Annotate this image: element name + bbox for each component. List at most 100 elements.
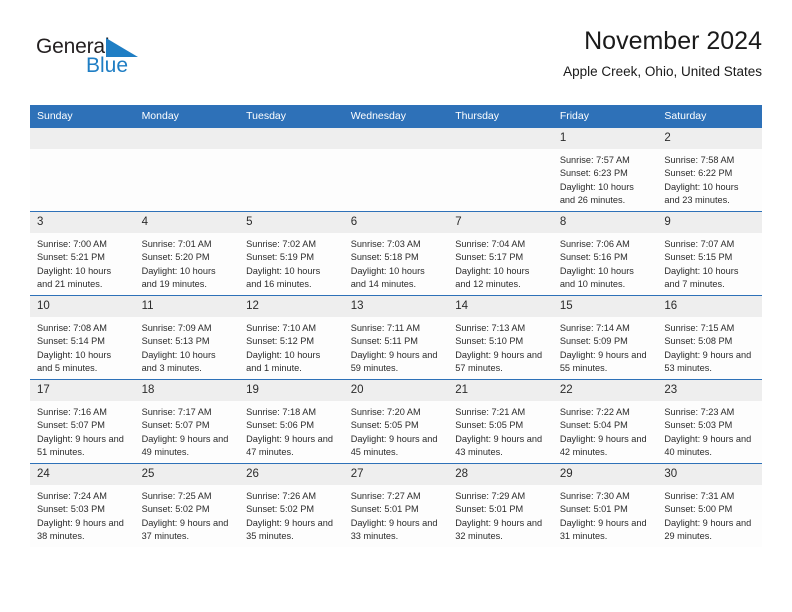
calendar-day-cell[interactable]: 9 Sunrise: 7:07 AM Sunset: 5:15 PM Daylight… bbox=[657, 211, 762, 296]
day-sun-info: Sunrise: 7:30 AM Sunset: 5:01 PM Daylight:… bbox=[553, 485, 658, 544]
day-sun-info: Sunrise: 7:15 AM Sunset: 5:08 PM Daylight:… bbox=[657, 317, 762, 376]
calendar-page: General Blue November 2024 Apple Creek, … bbox=[0, 0, 792, 612]
sunset-text: Sunset: 5:00 PM bbox=[664, 504, 733, 515]
calendar-week-row: 17 Sunrise: 7:16 AM Sunset: 5:07 PM Dayligh… bbox=[30, 379, 762, 464]
sunset-text: Sunset: 5:09 PM bbox=[559, 336, 628, 347]
weekday-header-sunday: Sunday bbox=[30, 105, 135, 128]
calendar-day-cell[interactable]: 2 Sunrise: 7:58 AM Sunset: 6:22 PM Daylight… bbox=[657, 127, 762, 212]
day-sun-info: Sunrise: 7:11 AM Sunset: 5:11 PM Daylight:… bbox=[344, 317, 449, 376]
day-number: 27 bbox=[343, 464, 449, 485]
day-number: 26 bbox=[239, 464, 344, 485]
day-sun-info: Sunrise: 7:58 AM Sunset: 6:22 PM Daylight:… bbox=[657, 149, 762, 208]
calendar-day-cell[interactable]: 26 Sunrise: 7:26 AM Sunset: 5:02 PM Dayligh… bbox=[239, 463, 344, 547]
calendar-day-cell[interactable]: 16 Sunrise: 7:15 AM Sunset: 5:08 PM Dayligh… bbox=[657, 295, 762, 380]
calendar-day-cell[interactable]: 23 Sunrise: 7:23 AM Sunset: 5:03 PM Dayligh… bbox=[657, 379, 762, 464]
day-sun-info: Sunrise: 7:29 AM Sunset: 5:01 PM Daylight:… bbox=[448, 485, 553, 544]
calendar-day-cell[interactable]: 27 Sunrise: 7:27 AM Sunset: 5:01 PM Dayligh… bbox=[343, 463, 449, 547]
calendar-day-cell-empty bbox=[30, 127, 135, 212]
calendar-day-cell[interactable]: 14 Sunrise: 7:13 AM Sunset: 5:10 PM Dayligh… bbox=[448, 295, 553, 380]
daylight-text: Daylight: 10 hours and 14 minutes. bbox=[350, 265, 425, 290]
day-number: 9 bbox=[657, 212, 762, 233]
brand-logo[interactable]: General Blue bbox=[30, 34, 240, 90]
daylight-text: Daylight: 9 hours and 33 minutes. bbox=[350, 517, 438, 542]
weekday-header-thursday: Thursday bbox=[448, 105, 553, 128]
sunrise-text: Sunrise: 7:01 AM bbox=[141, 239, 212, 249]
sunset-text: Sunset: 5:05 PM bbox=[455, 420, 524, 431]
daylight-text: Daylight: 10 hours and 5 minutes. bbox=[37, 349, 112, 374]
daylight-text: Daylight: 10 hours and 1 minute. bbox=[246, 349, 321, 374]
sunset-text: Sunset: 5:17 PM bbox=[455, 252, 524, 263]
calendar-day-cell[interactable]: 30 Sunrise: 7:31 AM Sunset: 5:00 PM Dayligh… bbox=[657, 463, 762, 547]
daylight-text: Daylight: 10 hours and 7 minutes. bbox=[664, 265, 739, 290]
daylight-text: Daylight: 10 hours and 12 minutes. bbox=[455, 265, 530, 290]
calendar-day-cell[interactable]: 12 Sunrise: 7:10 AM Sunset: 5:12 PM Dayligh… bbox=[239, 295, 344, 380]
calendar-day-cell[interactable]: 28 Sunrise: 7:29 AM Sunset: 5:01 PM Dayligh… bbox=[448, 463, 553, 547]
calendar-day-cell[interactable]: 19 Sunrise: 7:18 AM Sunset: 5:06 PM Dayligh… bbox=[239, 379, 344, 464]
daylight-text: Daylight: 9 hours and 32 minutes. bbox=[455, 517, 543, 542]
sunrise-text: Sunrise: 7:20 AM bbox=[350, 407, 421, 417]
sunset-text: Sunset: 5:11 PM bbox=[350, 336, 418, 347]
sunset-text: Sunset: 5:20 PM bbox=[141, 252, 210, 263]
sunset-text: Sunset: 5:06 PM bbox=[246, 420, 315, 431]
daylight-text: Daylight: 9 hours and 51 minutes. bbox=[37, 433, 124, 458]
calendar-day-cell[interactable]: 8 Sunrise: 7:06 AM Sunset: 5:16 PM Daylight… bbox=[552, 211, 658, 296]
location-subtitle: Apple Creek, Ohio, United States bbox=[563, 63, 762, 79]
calendar-day-cell[interactable]: 25 Sunrise: 7:25 AM Sunset: 5:02 PM Dayligh… bbox=[134, 463, 240, 547]
day-number: 5 bbox=[239, 212, 344, 233]
calendar-day-cell[interactable]: 1 Sunrise: 7:57 AM Sunset: 6:23 PM Daylight… bbox=[552, 127, 658, 212]
weekday-header-tuesday: Tuesday bbox=[239, 105, 344, 128]
calendar-week-row: 3 Sunrise: 7:00 AM Sunset: 5:21 PM Daylight… bbox=[30, 211, 762, 296]
day-sun-info: Sunrise: 7:07 AM Sunset: 5:15 PM Daylight:… bbox=[657, 233, 762, 292]
sunrise-text: Sunrise: 7:24 AM bbox=[37, 491, 107, 501]
day-number: 24 bbox=[30, 464, 135, 485]
sunset-text: Sunset: 5:03 PM bbox=[664, 420, 733, 431]
calendar-day-cell[interactable]: 24 Sunrise: 7:24 AM Sunset: 5:03 PM Dayligh… bbox=[30, 463, 135, 547]
calendar-day-cell-empty bbox=[343, 127, 449, 212]
sunset-text: Sunset: 5:13 PM bbox=[141, 336, 210, 347]
calendar-day-cell[interactable]: 7 Sunrise: 7:04 AM Sunset: 5:17 PM Daylight… bbox=[448, 211, 553, 296]
calendar-day-cell[interactable]: 17 Sunrise: 7:16 AM Sunset: 5:07 PM Dayligh… bbox=[30, 379, 135, 464]
day-sun-info: Sunrise: 7:17 AM Sunset: 5:07 PM Daylight:… bbox=[135, 401, 240, 460]
sunset-text: Sunset: 5:10 PM bbox=[455, 336, 524, 347]
brand-name-blue: Blue bbox=[86, 54, 129, 77]
calendar-day-cell[interactable]: 20 Sunrise: 7:20 AM Sunset: 5:05 PM Dayligh… bbox=[343, 379, 449, 464]
calendar-day-cell[interactable]: 15 Sunrise: 7:14 AM Sunset: 5:09 PM Dayligh… bbox=[552, 295, 658, 380]
calendar-day-cell[interactable]: 29 Sunrise: 7:30 AM Sunset: 5:01 PM Dayligh… bbox=[552, 463, 658, 547]
calendar-day-cell[interactable]: 5 Sunrise: 7:02 AM Sunset: 5:19 PM Daylight… bbox=[239, 211, 344, 296]
sunset-text: Sunset: 5:01 PM bbox=[350, 504, 419, 515]
sunset-text: Sunset: 5:03 PM bbox=[37, 504, 105, 515]
day-number: 28 bbox=[448, 464, 553, 485]
day-number: 2 bbox=[657, 128, 762, 149]
sunrise-text: Sunrise: 7:18 AM bbox=[246, 407, 317, 417]
daylight-text: Daylight: 9 hours and 38 minutes. bbox=[37, 517, 124, 542]
sunrise-text: Sunrise: 7:57 AM bbox=[559, 155, 630, 165]
sunrise-text: Sunrise: 7:58 AM bbox=[664, 155, 735, 165]
calendar-day-cell[interactable]: 4 Sunrise: 7:01 AM Sunset: 5:20 PM Daylight… bbox=[134, 211, 240, 296]
calendar-week-row: 24 Sunrise: 7:24 AM Sunset: 5:03 PM Dayligh… bbox=[30, 463, 762, 547]
calendar-day-cell[interactable]: 11 Sunrise: 7:09 AM Sunset: 5:13 PM Dayligh… bbox=[134, 295, 240, 380]
calendar-day-cell[interactable]: 10 Sunrise: 7:08 AM Sunset: 5:14 PM Dayligh… bbox=[30, 295, 135, 380]
day-sun-info: Sunrise: 7:09 AM Sunset: 5:13 PM Daylight:… bbox=[135, 317, 240, 376]
day-sun-info: Sunrise: 7:20 AM Sunset: 5:05 PM Daylight:… bbox=[344, 401, 449, 460]
calendar-day-cell[interactable]: 3 Sunrise: 7:00 AM Sunset: 5:21 PM Daylight… bbox=[30, 211, 135, 296]
calendar-grid: Sunday Monday Tuesday Wednesday Thursday… bbox=[30, 105, 762, 547]
weekday-header-friday: Friday bbox=[552, 105, 658, 128]
day-sun-info: Sunrise: 7:31 AM Sunset: 5:00 PM Daylight:… bbox=[657, 485, 762, 544]
sunrise-text: Sunrise: 7:10 AM bbox=[246, 323, 317, 333]
calendar-day-cell[interactable]: 21 Sunrise: 7:21 AM Sunset: 5:05 PM Dayligh… bbox=[448, 379, 553, 464]
day-number: 15 bbox=[552, 296, 658, 317]
calendar-day-cell[interactable]: 13 Sunrise: 7:11 AM Sunset: 5:11 PM Dayligh… bbox=[343, 295, 449, 380]
sunset-text: Sunset: 5:19 PM bbox=[246, 252, 315, 263]
calendar-day-cell[interactable]: 6 Sunrise: 7:03 AM Sunset: 5:18 PM Daylight… bbox=[343, 211, 449, 296]
day-number: 23 bbox=[657, 380, 762, 401]
sunset-text: Sunset: 6:22 PM bbox=[664, 168, 733, 179]
sunrise-text: Sunrise: 7:03 AM bbox=[350, 239, 421, 249]
sunset-text: Sunset: 5:08 PM bbox=[664, 336, 733, 347]
day-number: 3 bbox=[30, 212, 135, 233]
calendar-day-cell[interactable]: 18 Sunrise: 7:17 AM Sunset: 5:07 PM Dayligh… bbox=[134, 379, 240, 464]
weekday-header-saturday: Saturday bbox=[657, 105, 762, 128]
weekday-header-monday: Monday bbox=[134, 105, 240, 128]
day-number: 7 bbox=[448, 212, 553, 233]
day-number: 22 bbox=[552, 380, 658, 401]
calendar-day-cell[interactable]: 22 Sunrise: 7:22 AM Sunset: 5:04 PM Dayligh… bbox=[552, 379, 658, 464]
